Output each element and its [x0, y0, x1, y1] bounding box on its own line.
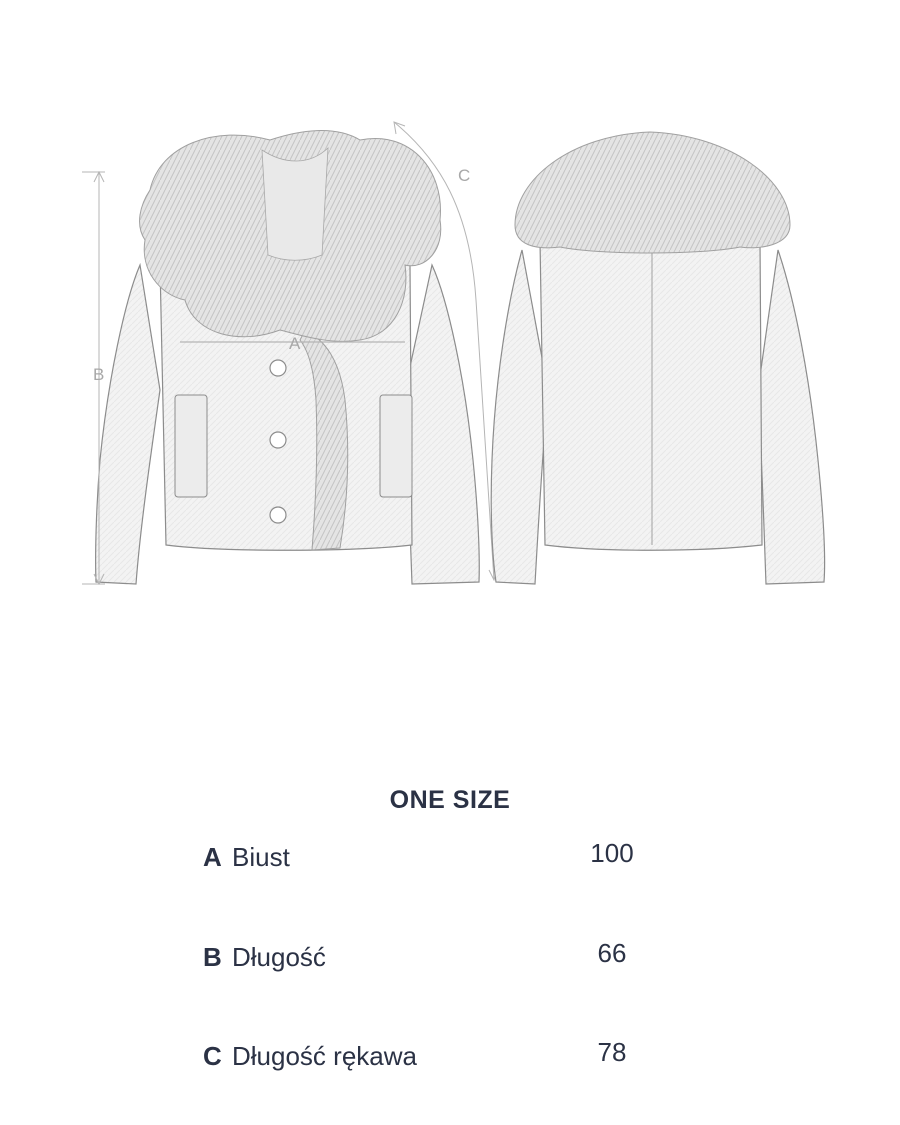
size-row-value: 66: [597, 938, 627, 968]
front-inner-neck: [261, 147, 329, 261]
measure-c-label: C: [458, 166, 470, 185]
size-row-a: A Biust 100: [0, 838, 900, 882]
size-row-letter: C: [203, 1041, 222, 1071]
front-left-pocket: [174, 394, 208, 498]
front-view: B A C: [82, 121, 499, 586]
front-left-sleeve: [95, 262, 161, 585]
front-button-3: [269, 506, 287, 524]
size-row-name: Długość rękawa: [232, 1041, 417, 1071]
size-row-b: B Długość 66: [0, 938, 900, 982]
size-row-value: 100: [590, 838, 634, 868]
front-right-sleeve: [404, 263, 480, 585]
measure-a-label: A: [289, 334, 301, 353]
back-body: [539, 239, 763, 551]
size-title: ONE SIZE: [389, 786, 511, 814]
front-button-2: [269, 431, 287, 449]
size-row-value: 78: [597, 1037, 627, 1067]
size-row-c: C Długość rękawa 78: [0, 1037, 900, 1081]
size-row-name: Biust: [232, 842, 290, 872]
size-row-name: Długość: [232, 942, 326, 972]
size-row-letter: A: [203, 842, 222, 872]
back-view: [490, 131, 826, 585]
back-left-sleeve: [490, 249, 549, 585]
front-button-1: [269, 359, 287, 377]
jacket-illustration: B A C: [82, 121, 826, 586]
back-right-sleeve: [757, 249, 826, 585]
front-right-pocket: [379, 394, 413, 498]
size-row-letter: B: [203, 942, 222, 972]
back-fur-collar: [514, 131, 791, 254]
measure-b-label: B: [93, 365, 104, 384]
